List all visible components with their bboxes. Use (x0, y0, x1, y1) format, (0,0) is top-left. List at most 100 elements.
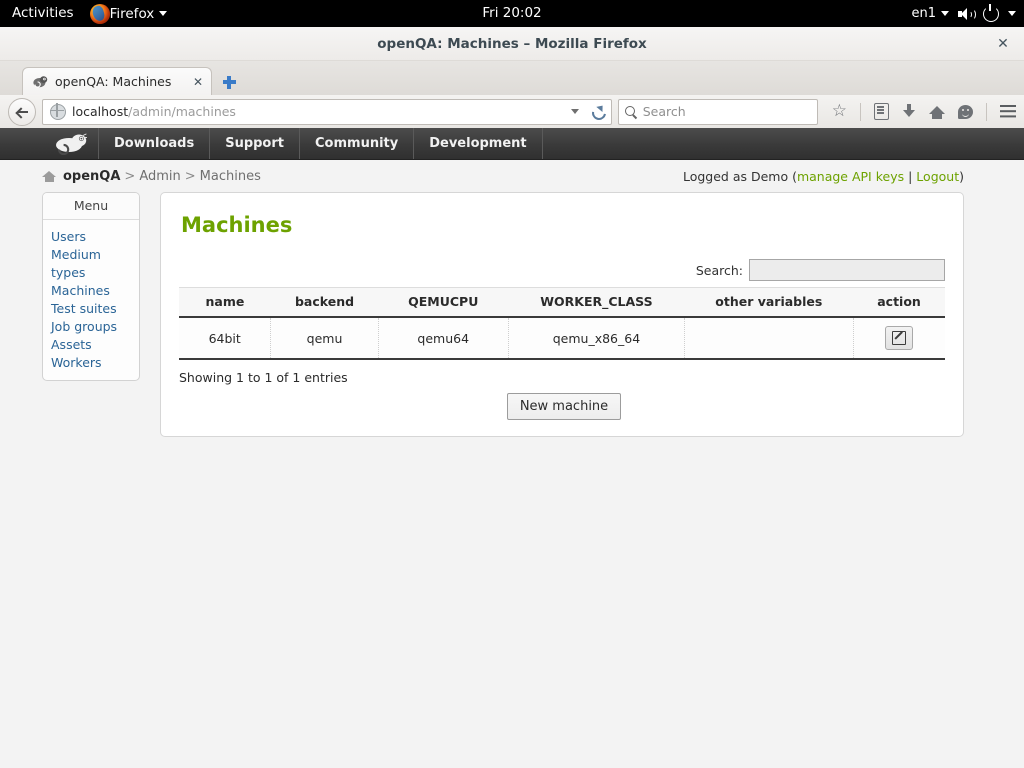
table-row: 64bit qemu qemu64 qemu_x86_64 (179, 317, 945, 360)
column-header-action[interactable]: action (853, 287, 945, 318)
system-status-area[interactable]: en1 (911, 0, 1016, 27)
new-tab-button[interactable] (218, 69, 240, 95)
nav-item-development[interactable]: Development (414, 128, 543, 159)
browser-search-box[interactable]: Search (617, 98, 818, 125)
downloads-icon[interactable] (902, 104, 916, 119)
tab-title: openQA: Machines (55, 74, 172, 89)
account-prefix: Logged as Demo ( (682, 168, 797, 184)
sidebar-item-users[interactable]: Users (51, 228, 139, 246)
url-host: localhost (72, 104, 129, 119)
hamburger-menu-icon[interactable] (1000, 105, 1016, 118)
breadcrumb-root[interactable]: openQA (63, 169, 120, 184)
machines-table: name backend QEMUCPU WORKER_CLASS other … (179, 287, 945, 360)
url-bar[interactable]: localhost/admin/machines (42, 98, 612, 125)
page-title: Machines (181, 213, 293, 237)
home-icon[interactable] (929, 105, 945, 119)
chevron-down-icon (941, 11, 949, 16)
plus-icon (222, 75, 236, 89)
account-info: Logged as Demo (manage API keys | Logout… (683, 169, 964, 184)
sidebar-item-medium-types[interactable]: Medium types (51, 246, 139, 282)
table-wrap: Search: name backend QEMUCPU WORKER_CLAS… (161, 237, 963, 360)
chevron-down-icon[interactable] (1008, 11, 1016, 16)
breadcrumb: openQA > Admin > Machines Logged as Demo… (0, 160, 1024, 192)
column-header-name[interactable]: name (179, 287, 271, 318)
sidebar-header: Menu (43, 193, 139, 220)
chevron-down-icon[interactable] (570, 109, 579, 114)
url-path: /admin/machines (128, 104, 236, 119)
cell-other-variables (684, 317, 854, 360)
breadcrumb-current: Machines (199, 168, 261, 184)
browser-tab-openqa-machines[interactable]: openQA: Machines ✕ (22, 67, 212, 95)
reader-list-icon[interactable] (874, 103, 889, 120)
machines-table-head: name backend QEMUCPU WORKER_CLASS other … (179, 287, 945, 318)
gnome-top-bar: Activities Firefox Fri 20:02 en1 (0, 0, 1024, 27)
column-header-qemucpu[interactable]: QEMUCPU (378, 287, 509, 318)
firefox-window: openQA: Machines – Mozilla Firefox ✕ ope… (0, 27, 1024, 768)
search-icon (624, 105, 637, 118)
table-footer: Showing 1 to 1 of 1 entries New machine (161, 360, 963, 436)
reload-icon[interactable] (591, 105, 605, 119)
sidebar-list: Users Medium types Machines Test suites … (43, 220, 139, 380)
cell-name: 64bit (179, 317, 272, 360)
nav-item-downloads[interactable]: Downloads (99, 128, 211, 159)
chevron-down-icon (159, 11, 168, 16)
cell-backend: qemu (270, 317, 379, 360)
logout-link[interactable]: Logout (916, 169, 959, 184)
breadcrumb-separator: > (124, 168, 136, 184)
opensuse-geeko-logo-icon[interactable] (42, 128, 99, 159)
power-icon[interactable] (983, 3, 999, 22)
edit-machine-button[interactable] (885, 326, 914, 350)
machines-panel: Machines Search: name backend QEMUCPU WO… (160, 192, 964, 437)
breadcrumb-separator: > (184, 168, 196, 184)
nav-item-community[interactable]: Community (300, 128, 415, 159)
column-header-worker-class[interactable]: WORKER_CLASS (508, 287, 685, 318)
nav-item-support[interactable]: Support (210, 128, 300, 159)
new-machine-button[interactable]: New machine (506, 393, 622, 420)
back-button[interactable] (8, 97, 36, 126)
table-search-label: Search: (695, 262, 743, 278)
table-header-row: name backend QEMUCPU WORKER_CLASS other … (179, 287, 945, 318)
window-title: openQA: Machines – Mozilla Firefox (377, 35, 647, 52)
column-header-backend[interactable]: backend (270, 287, 379, 318)
keyboard-layout-indicator[interactable]: en1 (911, 6, 949, 21)
app-menu-firefox[interactable]: Firefox (84, 3, 174, 24)
account-suffix: ) (959, 168, 964, 184)
firefox-logo-icon (89, 3, 110, 24)
table-search-row: Search: (179, 237, 945, 287)
manage-api-keys-link[interactable]: manage API keys (797, 169, 904, 184)
app-menu-label: Firefox (109, 5, 155, 22)
window-titlebar: openQA: Machines – Mozilla Firefox ✕ (0, 27, 1024, 61)
cell-worker-class: qemu_x86_64 (508, 317, 686, 360)
arrow-left-icon (16, 106, 28, 118)
account-divider: | (904, 168, 917, 184)
toolbar-icon-group: ☆ (824, 102, 1016, 121)
cell-action (853, 317, 945, 360)
browser-toolbar: localhost/admin/machines Search ☆ (0, 95, 1024, 129)
table-search-input[interactable] (749, 259, 945, 281)
keyboard-layout-label: en1 (911, 6, 936, 21)
browser-search-placeholder: Search (642, 104, 686, 119)
tab-close-icon[interactable]: ✕ (191, 75, 205, 89)
breadcrumb-admin[interactable]: Admin (139, 169, 180, 184)
machines-table-body: 64bit qemu qemu64 qemu_x86_64 (179, 317, 945, 360)
toolbar-divider (860, 102, 861, 121)
content-columns: Menu Users Medium types Machines Test su… (0, 192, 1024, 437)
sidebar-item-machines[interactable]: Machines (51, 282, 139, 300)
admin-sidebar: Menu Users Medium types Machines Test su… (42, 192, 140, 381)
openqa-geeko-favicon-icon (32, 74, 48, 90)
home-icon[interactable] (42, 170, 56, 182)
window-close-button[interactable]: ✕ (994, 35, 1012, 53)
column-header-other-variables[interactable]: other variables (684, 287, 854, 318)
page-content: Downloads Support Community Development … (0, 128, 1024, 768)
sidebar-item-job-groups[interactable]: Job groups (51, 318, 139, 336)
cell-qemucpu: qemu64 (378, 317, 509, 360)
speaker-icon[interactable] (958, 7, 976, 21)
tab-strip: openQA: Machines ✕ (0, 61, 1024, 95)
toolbar-divider (986, 102, 987, 121)
bookmark-star-icon[interactable]: ☆ (832, 103, 847, 120)
sidebar-item-assets[interactable]: Assets (51, 336, 139, 354)
sidebar-item-test-suites[interactable]: Test suites (51, 300, 139, 318)
sync-smiley-icon[interactable] (958, 104, 973, 119)
activities-button[interactable]: Activities (0, 0, 84, 27)
sidebar-item-workers[interactable]: Workers (51, 354, 139, 372)
